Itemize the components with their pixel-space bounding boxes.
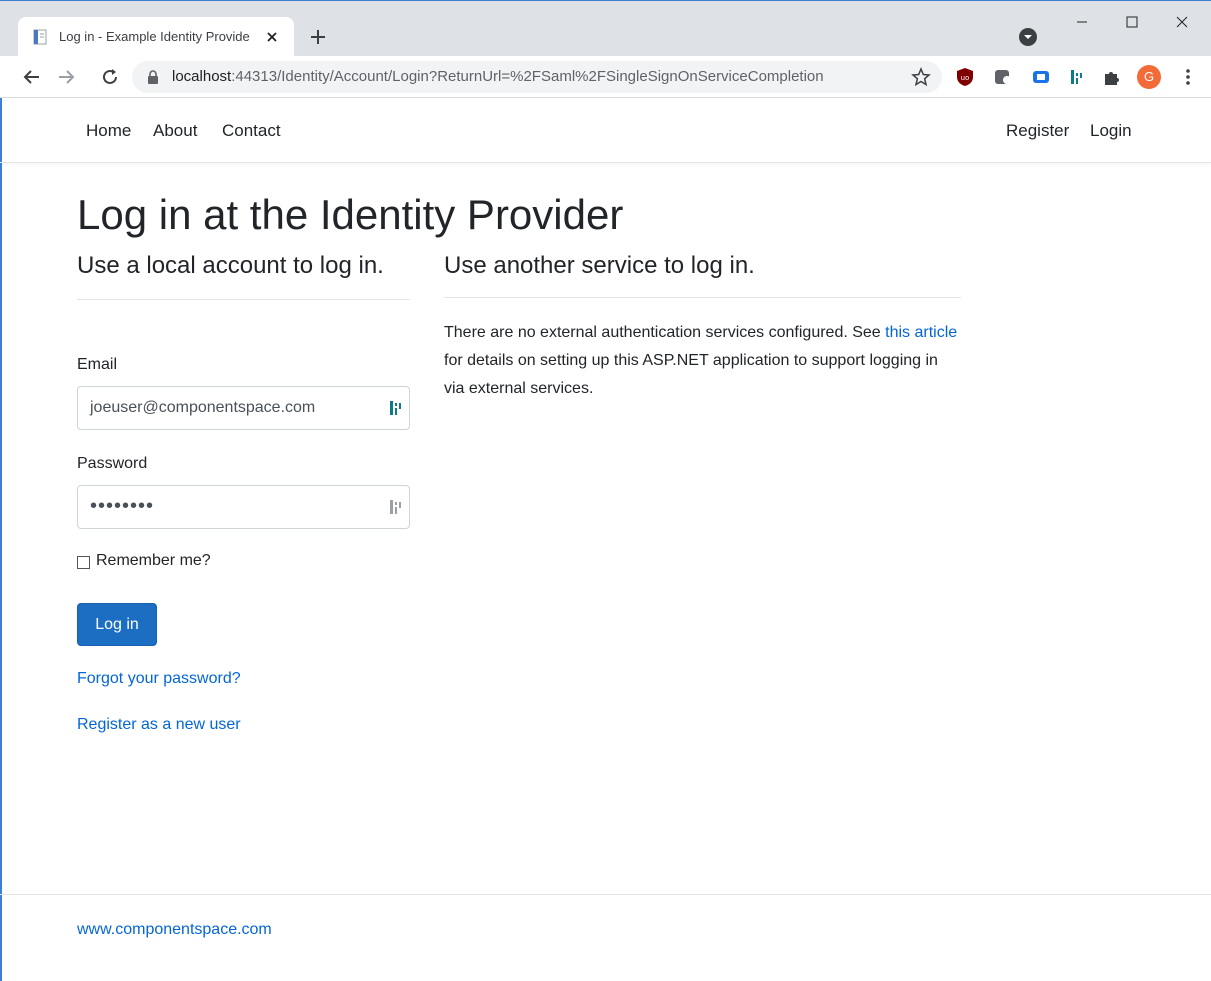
browser-tabstrip: Log in - Example Identity Provide [0, 0, 1211, 57]
url-host: localhost [172, 68, 232, 85]
password-value: •••••••• [90, 495, 155, 517]
register-new-user-link[interactable]: Register as a new user [77, 716, 241, 734]
extension-icon[interactable] [992, 66, 1014, 88]
remember-me-label[interactable]: Remember me? [96, 552, 211, 570]
site-footer: www.componentspace.com [0, 894, 1211, 981]
tab-search-icon[interactable] [1018, 27, 1038, 47]
back-arrow-icon[interactable] [20, 65, 44, 89]
password-field[interactable]: •••••••• [77, 485, 410, 529]
nav-contact[interactable]: Contact [222, 121, 281, 141]
password-manager-icon[interactable] [389, 400, 403, 416]
email-label: Email [77, 356, 118, 373]
minimize-icon[interactable] [1062, 7, 1102, 37]
reload-icon[interactable] [98, 65, 122, 89]
info-text-after: for details on setting up this ASP.NET a… [444, 352, 938, 397]
this-article-link[interactable]: this article [885, 324, 957, 341]
forgot-password-link[interactable]: Forgot your password? [77, 670, 241, 688]
page-title: Log in at the Identity Provider [77, 191, 624, 238]
ublock-extension-icon[interactable]: uo [954, 66, 976, 88]
login-button[interactable]: Log in [77, 603, 157, 646]
url-text: localhost:44313/Identity/Account/Login?R… [172, 68, 824, 85]
close-window-icon[interactable] [1162, 7, 1202, 37]
local-login-section: Use a local account to log in. [77, 250, 410, 300]
info-text-before: There are no external authentication ser… [444, 324, 886, 341]
divider [77, 299, 410, 300]
nav-login[interactable]: Login [1090, 121, 1132, 141]
url-path: :44313/Identity/Account/Login?ReturnUrl=… [231, 68, 824, 85]
nav-register[interactable]: Register [1006, 121, 1069, 141]
email-field[interactable]: joeuser@componentspace.com [77, 386, 410, 430]
translate-extension-icon[interactable] [1030, 66, 1052, 88]
external-info-text: There are no external authentication ser… [444, 319, 961, 403]
password-manager-icon[interactable] [389, 499, 403, 515]
nav-about[interactable]: About [153, 121, 197, 141]
puzzle-icon[interactable] [1101, 66, 1123, 88]
forward-arrow-icon[interactable] [54, 65, 78, 89]
lock-icon[interactable] [146, 70, 160, 84]
footer-link[interactable]: www.componentspace.com [77, 921, 272, 939]
site-navbar: Home About Contact Register Login [0, 99, 1211, 163]
bookmark-star-icon[interactable] [910, 66, 932, 88]
email-value: joeuser@componentspace.com [90, 399, 316, 416]
more-vert-icon[interactable] [1176, 65, 1200, 89]
maximize-icon[interactable] [1112, 7, 1152, 37]
divider [444, 297, 961, 298]
nav-home[interactable]: Home [86, 121, 131, 141]
new-tab-icon[interactable] [306, 25, 330, 49]
local-login-heading: Use a local account to log in. [77, 252, 384, 279]
browser-tab[interactable]: Log in - Example Identity Provide [18, 17, 294, 57]
password-label: Password [77, 455, 148, 472]
address-bar[interactable]: localhost:44313/Identity/Account/Login?R… [132, 61, 942, 93]
svg-text:uo: uo [961, 74, 970, 82]
close-tab-icon[interactable] [262, 27, 282, 47]
page-favicon-icon [33, 29, 47, 45]
tab-title: Log in - Example Identity Provide [59, 29, 250, 44]
browser-toolbar: localhost:44313/Identity/Account/Login?R… [0, 56, 1211, 98]
external-login-heading: Use another service to log in. [444, 252, 755, 279]
dashlane-extension-icon[interactable] [1066, 66, 1088, 88]
profile-avatar[interactable]: G [1137, 65, 1161, 89]
remember-me-checkbox[interactable] [77, 556, 90, 569]
external-login-section: Use another service to log in. [444, 250, 961, 298]
